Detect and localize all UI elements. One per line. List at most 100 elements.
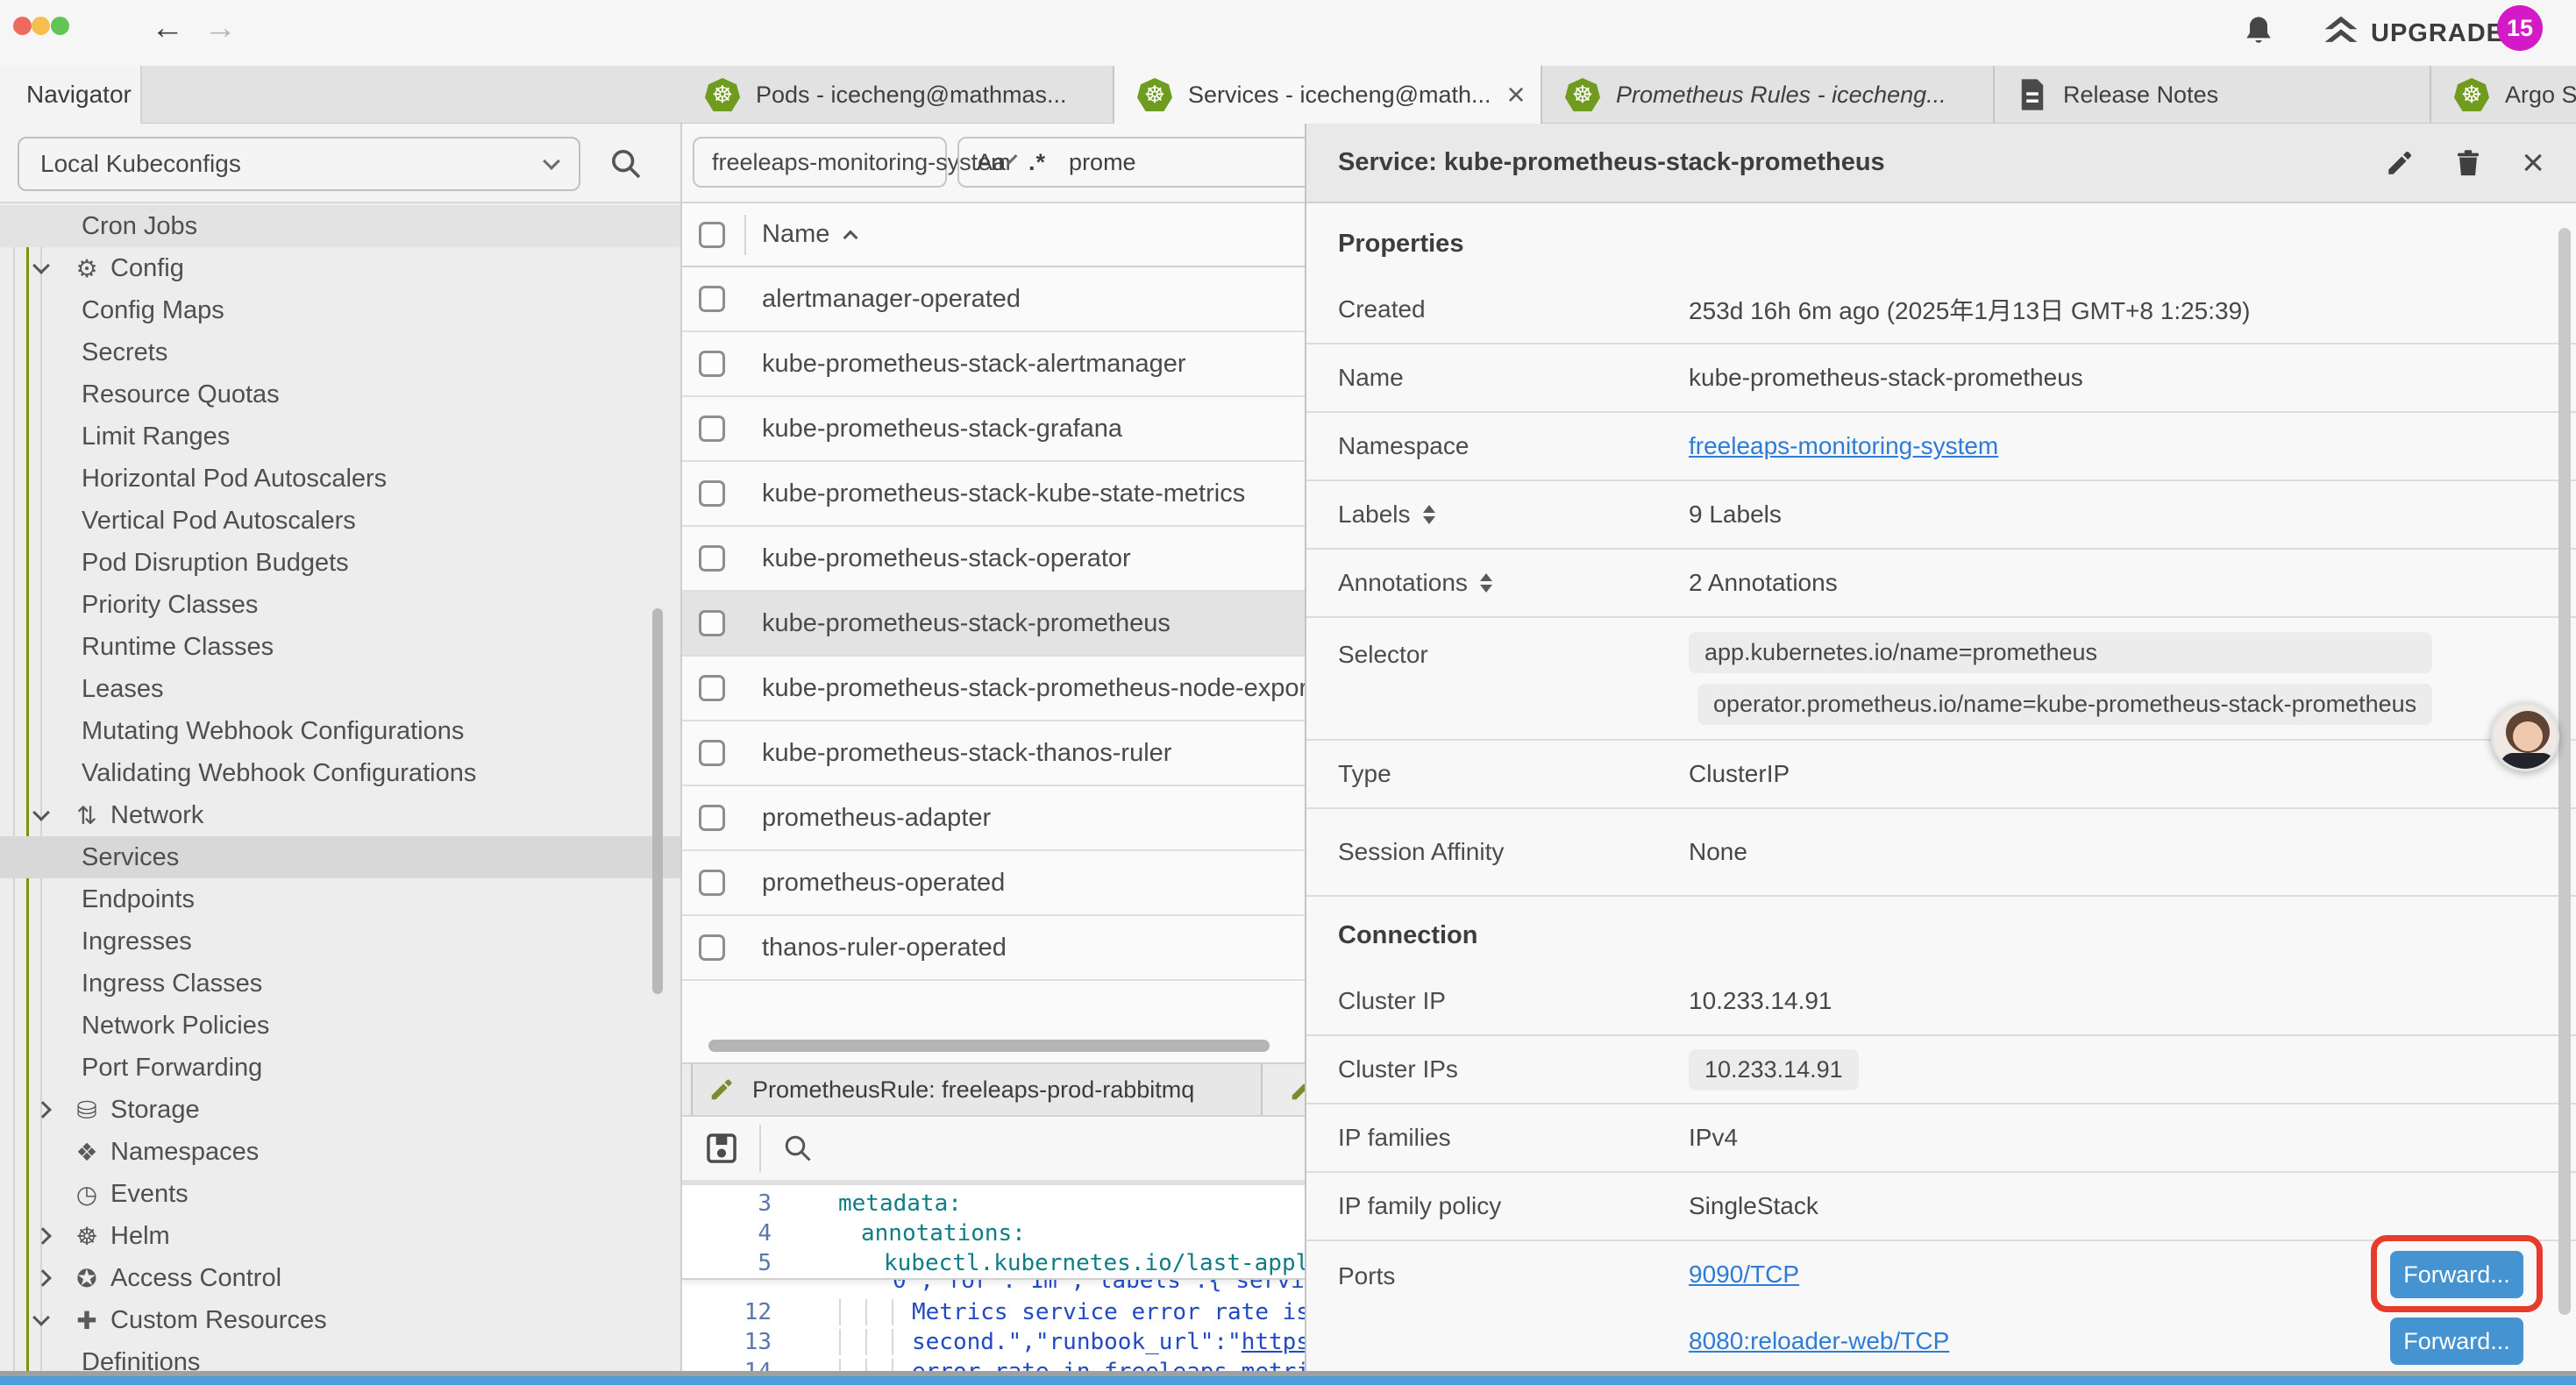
yaml-editor[interactable]: 3 metadata: 4 annotations: 5 kubectl.kub… (682, 1180, 1305, 1385)
row-checkbox[interactable] (699, 416, 725, 442)
sidebar-tree-item[interactable]: Leases (0, 668, 680, 710)
row-checkbox[interactable] (699, 351, 725, 377)
sidebar-tree-item[interactable]: Endpoints (0, 878, 680, 920)
table-row[interactable]: kube-prometheus-stack-prometheus-node-ex… (682, 657, 1305, 721)
namespace-link[interactable]: freeleaps-monitoring-system (1689, 432, 1998, 460)
sidebar-tree-item[interactable]: Horizontal Pod Autoscalers (0, 458, 680, 500)
upgrade-button[interactable]: UPGRADE (2371, 19, 2504, 48)
table-row[interactable]: kube-prometheus-stack-grafana (682, 397, 1305, 462)
regex-toggle[interactable]: .* (1028, 149, 1046, 176)
table-row[interactable]: kube-prometheus-stack-thanos-ruler (682, 721, 1305, 786)
match-case-toggle[interactable]: Aa (977, 149, 1006, 176)
table-row[interactable]: prometheus-operated (682, 851, 1305, 916)
row-checkbox[interactable] (699, 286, 725, 312)
row-checkbox[interactable] (699, 480, 725, 507)
labels-value[interactable]: 9 Labels (1689, 501, 1782, 529)
detail-scrollbar-thumb[interactable] (2558, 228, 2571, 1315)
name-column-header[interactable]: Name (762, 220, 829, 249)
sidebar-scrollbar-thumb[interactable] (652, 608, 663, 994)
upgrade-chevrons-icon[interactable] (2322, 12, 2360, 51)
annotations-value[interactable]: 2 Annotations (1689, 569, 1838, 597)
expander-icon[interactable] (35, 265, 70, 272)
sidebar-tree-item[interactable]: ⇅ Network (0, 794, 680, 836)
maximize-window-button[interactable] (51, 17, 69, 35)
sidebar-tree-item[interactable]: Pod Disruption Budgets (0, 542, 680, 584)
expand-collapse-icon[interactable] (1423, 505, 1435, 524)
expander-icon[interactable] (35, 812, 70, 819)
sidebar-tree-item[interactable]: Vertical Pod Autoscalers (0, 500, 680, 542)
expander-icon[interactable] (35, 1188, 70, 1200)
row-checkbox[interactable] (699, 740, 725, 766)
sidebar-tree-item[interactable]: ✪ Access Control (0, 1257, 680, 1299)
expander-icon[interactable] (35, 1230, 70, 1242)
prometheusrule-editor-tab[interactable]: PrometheusRule: freeleaps-prod-rabbitmq (691, 1064, 1263, 1115)
table-row[interactable]: kube-prometheus-stack-operator (682, 527, 1305, 592)
row-checkbox[interactable] (699, 934, 725, 961)
row-checkbox[interactable] (699, 870, 725, 896)
filter-value[interactable]: prome (1069, 149, 1136, 176)
sidebar-tree-item[interactable]: Mutating Webhook Configurations (0, 710, 680, 752)
notification-count-badge[interactable]: 15 (2497, 5, 2543, 51)
sidebar-tree-item[interactable]: Secrets (0, 331, 680, 373)
filter-input[interactable]: Aa .* prome (957, 137, 1305, 188)
search-icon[interactable] (782, 1133, 814, 1164)
port-link[interactable]: 9090/TCP (1689, 1261, 1799, 1289)
trash-icon[interactable] (2453, 148, 2483, 178)
kubeconfig-selector[interactable]: Local Kubeconfigs (18, 137, 580, 191)
expander-icon[interactable] (35, 1272, 70, 1284)
row-checkbox[interactable] (699, 545, 725, 572)
table-row[interactable]: kube-prometheus-stack-alertmanager (682, 332, 1305, 397)
sidebar-tree-item[interactable]: Port Forwarding (0, 1047, 680, 1089)
namespace-selector[interactable]: freeleaps-monitoring-system (693, 137, 947, 188)
user-avatar[interactable] (2491, 703, 2559, 771)
sidebar-tree-item[interactable]: Ingress Classes (0, 962, 680, 1005)
expander-icon[interactable] (35, 1104, 70, 1116)
sidebar-tree-item[interactable]: Limit Ranges (0, 416, 680, 458)
sidebar-tree-item[interactable]: ⚙ Config (0, 247, 680, 289)
table-row[interactable]: kube-prometheus-stack-prometheus (682, 592, 1305, 657)
sidebar-tree-item[interactable]: Runtime Classes (0, 626, 680, 668)
port-link[interactable]: 8080:reloader-web/TCP (1689, 1327, 1949, 1355)
port-forward-button[interactable]: Forward... (2390, 1318, 2523, 1365)
row-checkbox[interactable] (699, 610, 725, 636)
forward-arrow-icon[interactable]: → (203, 9, 237, 49)
sidebar-tree-item[interactable]: Network Policies (0, 1005, 680, 1047)
close-window-button[interactable] (13, 17, 32, 35)
row-checkbox[interactable] (699, 805, 725, 831)
table-row[interactable]: thanos-ruler-operated (682, 916, 1305, 981)
sidebar-tree-item[interactable]: Validating Webhook Configurations (0, 752, 680, 794)
select-all-checkbox[interactable] (699, 222, 725, 248)
edit-pencil-icon[interactable] (2385, 148, 2415, 178)
sidebar-tree-item[interactable]: ❖ Namespaces (0, 1131, 680, 1173)
sidebar-tree-item[interactable]: ☸ Helm (0, 1215, 680, 1257)
close-icon[interactable]: × (1507, 79, 1526, 110)
editor-tab[interactable]: ☸ Argo Se (2431, 66, 2576, 124)
editor-tab[interactable]: ☸ Services - icecheng@math... × (1114, 66, 1542, 124)
expander-icon[interactable] (35, 1146, 70, 1158)
editor-tab[interactable]: ☸ Release Notes (1995, 66, 2431, 124)
sidebar-tree-item[interactable]: Ingresses (0, 920, 680, 962)
sidebar-tree-item[interactable]: Services (0, 836, 680, 878)
minimize-window-button[interactable] (32, 17, 50, 35)
back-arrow-icon[interactable]: ← (151, 9, 184, 49)
expand-collapse-icon[interactable] (1480, 573, 1492, 593)
sidebar-tree-item[interactable]: ✚ Custom Resources (0, 1299, 680, 1341)
sidebar-tree-item[interactable]: Config Maps (0, 289, 680, 331)
sidebar-tree-item[interactable]: Priority Classes (0, 584, 680, 626)
expander-icon[interactable] (35, 1317, 70, 1324)
close-icon[interactable]: × (2522, 144, 2544, 182)
table-row[interactable]: kube-prometheus-stack-kube-state-metrics (682, 462, 1305, 527)
search-icon[interactable] (608, 146, 644, 181)
sidebar-tree-item[interactable]: Resource Quotas (0, 373, 680, 416)
table-row[interactable]: prometheus-adapter (682, 786, 1305, 851)
notifications-bell-icon[interactable] (2241, 12, 2276, 51)
horizontal-scrollbar-thumb[interactable] (708, 1040, 1270, 1052)
editor-tab[interactable]: ☸ Prometheus Rules - icecheng... (1542, 66, 1995, 124)
row-checkbox[interactable] (699, 675, 725, 701)
table-row[interactable]: alertmanager-operated (682, 267, 1305, 332)
sidebar-tree-item[interactable]: Cron Jobs (0, 205, 680, 247)
editor-tab[interactable]: ☸ Pods - icecheng@mathmas... (682, 66, 1114, 124)
second-editor-tab[interactable] (1278, 1064, 1305, 1115)
save-icon[interactable] (705, 1132, 738, 1165)
sidebar-tree-item[interactable]: ◷ Events (0, 1173, 680, 1215)
